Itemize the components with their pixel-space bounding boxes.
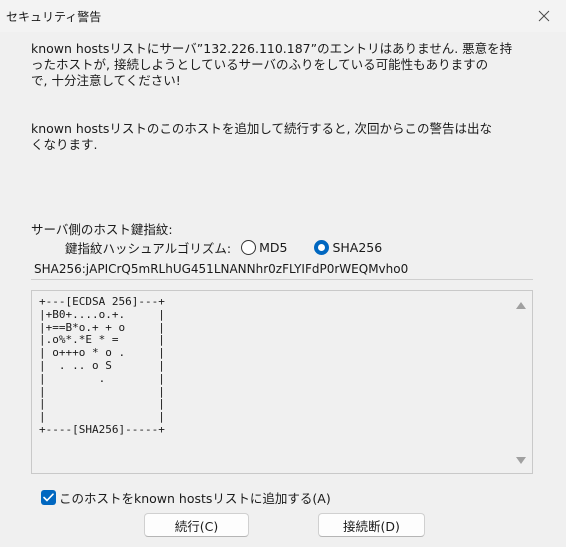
radio-md5[interactable]: MD5 [241, 239, 287, 255]
close-icon [538, 10, 550, 22]
add-to-known-hosts-checkbox[interactable] [41, 490, 56, 505]
randomart-text: +---[ECDSA 256]---+ |+B0+....o.+. | |+==… [39, 295, 165, 436]
info-message: known hostsリストのこのホストを追加して続行すると, 次回からこの警告… [31, 121, 492, 152]
add-to-known-hosts-label[interactable]: このホストをknown hostsリストに追加する(A) [59, 488, 331, 507]
scroll-up-arrow-icon[interactable] [516, 302, 526, 309]
radio-sha256-indicator[interactable] [314, 239, 330, 255]
title-bar: セキュリティ警告 [0, 0, 566, 32]
randomart-scrollbar[interactable] [510, 291, 532, 473]
window-title: セキュリティ警告 [6, 10, 102, 24]
fingerprint-value-field[interactable]: SHA256:jAPICrQ5mRLhUG451LNANNhr0zFLYIFdP… [31, 259, 533, 280]
warning-message: known hostsリストにサーバ”132.226.110.187”のエントリ… [31, 41, 513, 88]
hash-algorithm-label: 鍵指紋ハッシュアルゴリズム: [65, 240, 232, 256]
continue-button[interactable]: 続行(C) [144, 513, 249, 537]
checkmark-icon [43, 493, 54, 502]
hash-algorithm-row: 鍵指紋ハッシュアルゴリズム: MD5 SHA256 [65, 238, 382, 256]
radio-md5-label[interactable]: MD5 [259, 240, 287, 255]
scroll-down-arrow-icon[interactable] [516, 457, 526, 464]
randomart-textarea[interactable]: +---[ECDSA 256]---+ |+B0+....o.+. | |+==… [31, 290, 533, 474]
host-key-fingerprint-label: サーバ側のホスト鍵指紋: [31, 222, 173, 237]
radio-sha256-label[interactable]: SHA256 [332, 240, 382, 255]
close-button[interactable] [530, 6, 558, 26]
radio-md5-indicator[interactable] [241, 239, 257, 255]
add-to-known-hosts-checkbox-row[interactable]: このホストをknown hostsリストに追加する(A) [41, 488, 331, 507]
radio-sha256[interactable]: SHA256 [314, 239, 382, 255]
security-warning-dialog: セキュリティ警告 known hostsリストにサーバ”132.226.110.… [0, 0, 566, 547]
disconnect-button[interactable]: 接続断(D) [318, 513, 425, 537]
